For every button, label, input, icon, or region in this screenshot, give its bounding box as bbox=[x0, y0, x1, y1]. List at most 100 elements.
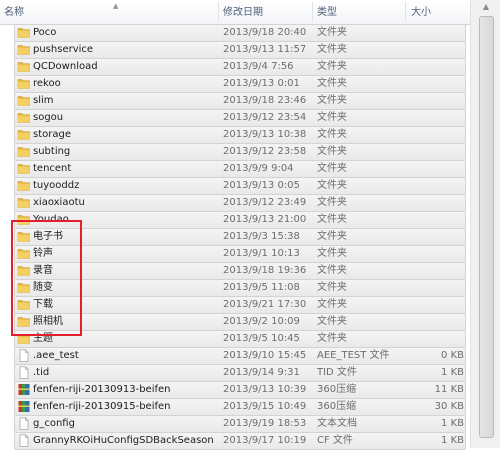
file-date: 2013/9/17 10:19 bbox=[223, 435, 307, 446]
file-size bbox=[400, 160, 464, 177]
folder-icon bbox=[17, 196, 31, 209]
file-date: 2013/9/18 20:40 bbox=[223, 27, 307, 38]
file-name: GrannyRKOiHuConfigSDBackSeason... bbox=[33, 435, 213, 446]
file-type: 文件夹 bbox=[317, 44, 347, 55]
file-row[interactable]: rekoo 2013/9/13 0:01 文件夹 bbox=[0, 75, 470, 93]
file-name: QCDownload bbox=[33, 61, 98, 72]
file-name: sogou bbox=[33, 112, 64, 123]
file-date: 2013/9/12 23:54 bbox=[223, 112, 307, 123]
file-size: 0 KB bbox=[441, 350, 464, 361]
file-size bbox=[400, 313, 464, 330]
file-date: 2013/9/1 10:13 bbox=[223, 248, 300, 259]
file-type: 文件夹 bbox=[317, 231, 347, 242]
folder-icon bbox=[17, 43, 31, 56]
file-name: pushservice bbox=[33, 44, 94, 55]
file-name: fenfen-riji-20130915-beifen bbox=[33, 401, 171, 412]
file-row[interactable]: Poco 2013/9/18 20:40 文件夹 bbox=[0, 24, 470, 42]
column-header-date[interactable]: 修改日期 bbox=[223, 0, 263, 24]
file-name: xiaoxiaotu bbox=[33, 197, 85, 208]
file-row[interactable]: xiaoxiaotu 2013/9/12 23:49 文件夹 bbox=[0, 194, 470, 212]
column-header-name[interactable]: 名称 bbox=[4, 0, 24, 24]
file-row[interactable]: storage 2013/9/13 10:38 文件夹 bbox=[0, 126, 470, 144]
file-row[interactable]: tuyooddz 2013/9/13 0:05 文件夹 bbox=[0, 177, 470, 195]
file-date: 2013/9/4 7:56 bbox=[223, 61, 294, 72]
folder-icon bbox=[17, 162, 31, 175]
file-date: 2013/9/19 18:53 bbox=[223, 418, 307, 429]
archive-icon bbox=[17, 400, 31, 413]
column-header-bar: 名称 ▲ 修改日期 类型 大小 bbox=[0, 0, 470, 25]
file-type: 文件夹 bbox=[317, 180, 347, 191]
file-row[interactable]: slim 2013/9/18 23:46 文件夹 bbox=[0, 92, 470, 110]
file-size bbox=[400, 109, 464, 126]
folder-icon bbox=[17, 26, 31, 39]
file-row[interactable]: .aee_test 2013/9/10 15:45 AEE_TEST 文件 0 KB bbox=[0, 347, 470, 365]
file-date: 2013/9/13 0:01 bbox=[223, 78, 300, 89]
column-header-size[interactable]: 大小 bbox=[411, 0, 431, 24]
file-row[interactable]: .tid 2013/9/14 9:31 TID 文件 1 KB bbox=[0, 364, 470, 382]
file-name: Poco bbox=[33, 27, 57, 38]
column-header-type[interactable]: 类型 bbox=[317, 0, 337, 24]
file-size: 1 KB bbox=[441, 418, 464, 429]
file-name: storage bbox=[33, 129, 71, 140]
file-name: .tid bbox=[33, 367, 50, 378]
file-row[interactable]: subting 2013/9/12 23:58 文件夹 bbox=[0, 143, 470, 161]
file-icon bbox=[17, 349, 31, 362]
file-date: 2013/9/2 10:09 bbox=[223, 316, 300, 327]
file-date: 2013/9/13 11:57 bbox=[223, 44, 307, 55]
file-date: 2013/9/5 11:08 bbox=[223, 282, 300, 293]
file-size bbox=[400, 41, 464, 58]
file-row[interactable]: pushservice 2013/9/13 11:57 文件夹 bbox=[0, 41, 470, 59]
column-divider[interactable] bbox=[405, 2, 406, 22]
column-divider[interactable] bbox=[312, 2, 313, 22]
vertical-scrollbar[interactable]: ▲ bbox=[470, 0, 500, 448]
file-type: 文件夹 bbox=[317, 27, 347, 38]
file-size bbox=[400, 177, 464, 194]
file-type: 360压缩 bbox=[317, 401, 357, 412]
file-row[interactable]: g_config 2013/9/19 18:53 文本文档 1 KB bbox=[0, 415, 470, 433]
file-name: slim bbox=[33, 95, 54, 106]
file-size bbox=[400, 262, 464, 279]
file-size bbox=[400, 279, 464, 296]
file-name: subting bbox=[33, 146, 71, 157]
file-size bbox=[400, 58, 464, 75]
file-size bbox=[400, 228, 464, 245]
scroll-up-arrow-icon[interactable]: ▲ bbox=[479, 2, 493, 14]
file-size: 30 KB bbox=[434, 401, 464, 412]
file-type: 文件夹 bbox=[317, 163, 347, 174]
file-type: 文件夹 bbox=[317, 95, 347, 106]
folder-icon bbox=[17, 77, 31, 90]
file-type: 文件夹 bbox=[317, 78, 347, 89]
file-date: 2013/9/12 23:58 bbox=[223, 146, 307, 157]
archive-icon bbox=[17, 383, 31, 396]
file-date: 2013/9/12 23:49 bbox=[223, 197, 307, 208]
file-size bbox=[400, 143, 464, 160]
file-date: 2013/9/18 19:36 bbox=[223, 265, 307, 276]
file-row[interactable]: GrannyRKOiHuConfigSDBackSeason... 2013/9/… bbox=[0, 432, 470, 450]
file-date: 2013/9/21 17:30 bbox=[223, 299, 307, 310]
file-row[interactable]: sogou 2013/9/12 23:54 文件夹 bbox=[0, 109, 470, 127]
scrollbar-thumb[interactable] bbox=[479, 16, 494, 438]
file-row[interactable]: fenfen-riji-20130913-beifen 2013/9/13 10:… bbox=[0, 381, 470, 399]
file-size bbox=[400, 126, 464, 143]
file-date: 2013/9/10 15:45 bbox=[223, 350, 307, 361]
file-type: 文件夹 bbox=[317, 333, 347, 344]
file-size bbox=[400, 330, 464, 347]
file-row[interactable]: fenfen-riji-20130915-beifen 2013/9/15 10:… bbox=[0, 398, 470, 416]
file-type: 文件夹 bbox=[317, 299, 347, 310]
file-type: 文件夹 bbox=[317, 282, 347, 293]
file-row[interactable]: QCDownload 2013/9/4 7:56 文件夹 bbox=[0, 58, 470, 76]
file-size bbox=[400, 211, 464, 228]
file-type: 文件夹 bbox=[317, 248, 347, 259]
file-row[interactable]: tencent 2013/9/9 9:04 文件夹 bbox=[0, 160, 470, 178]
file-size bbox=[400, 92, 464, 109]
file-icon bbox=[17, 366, 31, 379]
file-name: g_config bbox=[33, 418, 75, 429]
file-name: rekoo bbox=[33, 78, 61, 89]
file-size bbox=[400, 194, 464, 211]
file-type: TID 文件 bbox=[317, 367, 357, 378]
folder-icon bbox=[17, 128, 31, 141]
column-divider[interactable] bbox=[218, 2, 219, 22]
file-icon bbox=[17, 434, 31, 447]
file-date: 2013/9/3 15:38 bbox=[223, 231, 300, 242]
file-name: fenfen-riji-20130913-beifen bbox=[33, 384, 171, 395]
